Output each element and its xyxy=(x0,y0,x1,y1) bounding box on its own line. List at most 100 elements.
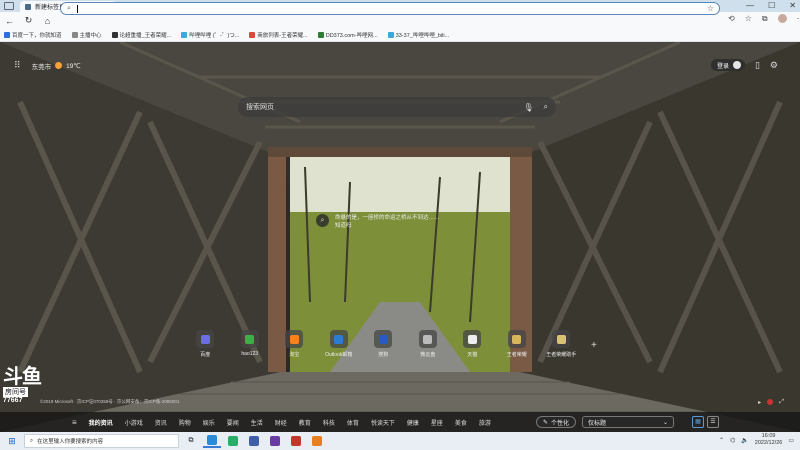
quick-link-tile[interactable]: 天猫 xyxy=(450,330,495,358)
bookmark-favicon-icon xyxy=(249,32,256,38)
network-icon[interactable]: ⌬ xyxy=(730,437,735,444)
feed-category[interactable]: 教育 xyxy=(299,418,311,427)
collections-icon[interactable]: ⟲ xyxy=(728,14,735,24)
favorites-icon[interactable]: ☆ xyxy=(745,14,752,24)
web-search-box[interactable]: 搜索网页 🎙 ⌕ xyxy=(238,97,556,117)
bookmark-item[interactable]: 33-37_哔哩哔哩_bili... xyxy=(387,31,449,39)
bookmark-item[interactable]: 主播中心 xyxy=(71,31,102,39)
taskbar-app-wechat[interactable] xyxy=(224,434,242,448)
feed-category[interactable]: 要闻 xyxy=(227,418,239,427)
feed-category[interactable]: 小游戏 xyxy=(125,418,143,427)
search-icon: ⌕ xyxy=(30,437,34,444)
close-window-button[interactable]: ✕ xyxy=(789,0,796,12)
layout-select-value: 仅标题 xyxy=(588,420,607,427)
mobile-icon[interactable]: ▯ xyxy=(755,60,760,71)
quick-link-tile[interactable]: 百度 xyxy=(183,330,228,358)
list-view-button[interactable]: ☰ xyxy=(707,416,719,428)
previous-image-icon[interactable]: ▸ xyxy=(758,399,761,406)
bookmark-item[interactable]: 百度一下，你就知道 xyxy=(4,31,62,39)
stream-watermark: 斗鱼 房间号 77667 xyxy=(3,360,42,404)
taskbar-app-edge[interactable] xyxy=(203,434,221,448)
taskbar-clock[interactable]: 16:09 2022/12/26 xyxy=(755,433,783,447)
tray-chevron-icon[interactable]: ⌃ xyxy=(719,437,724,444)
back-button[interactable]: ← xyxy=(0,16,19,26)
taskbar-app[interactable] xyxy=(308,434,326,448)
taskbar-search-box[interactable]: ⌕ 在这里输入你要搜索的内容 xyxy=(24,434,179,448)
quick-link-tile[interactable]: 王者荣耀助手 xyxy=(539,330,584,358)
feed-category[interactable]: 财经 xyxy=(275,418,287,427)
feed-controls: ✎ 个性化 仅标题 ⌄ xyxy=(535,416,674,428)
new-tab-favicon-icon xyxy=(25,3,31,10)
bookmark-item[interactable]: 论超重播_王者荣耀... xyxy=(111,31,171,39)
quick-link-tile[interactable]: hao123 xyxy=(228,330,273,358)
taskbar-app[interactable] xyxy=(245,434,263,448)
taskbar-app[interactable] xyxy=(266,434,284,448)
image-info-card[interactable]: ⌕ 命悬的是，一座桥的命运之桥从不到达…… 知道吗 xyxy=(316,214,440,230)
bookmark-favicon-icon xyxy=(111,32,118,38)
add-quick-link-button[interactable]: + xyxy=(591,340,597,351)
view-mode-buttons: ▦ ☰ xyxy=(692,416,719,428)
image-info-line: 命悬的是，一座桥的命运之桥从不到达…… xyxy=(335,215,440,221)
feed-category[interactable]: 资讯 xyxy=(155,418,167,427)
notification-icon[interactable]: ▭ xyxy=(788,437,794,444)
bookmark-favicon-icon xyxy=(71,32,78,38)
app-icon xyxy=(312,436,322,446)
expand-icon[interactable]: ⤢ xyxy=(779,399,784,406)
feed-category[interactable]: 美食 xyxy=(455,418,467,427)
feed-category[interactable]: 健康 xyxy=(407,418,419,427)
feed-category[interactable]: 星座 xyxy=(431,418,443,427)
task-view-icon[interactable]: ⧉ xyxy=(182,434,200,448)
feed-category[interactable]: 旅游 xyxy=(479,418,491,427)
personalize-label: 个性化 xyxy=(550,420,569,427)
profile-avatar[interactable] xyxy=(777,14,787,23)
sunny-icon xyxy=(55,62,63,69)
settings-gear-icon[interactable]: ⚙ xyxy=(770,60,778,71)
maximize-button[interactable]: ☐ xyxy=(768,0,775,12)
magnifier-icon: ⌕ xyxy=(316,214,329,227)
bookmark-item[interactable]: DD373.com-哔哩网... xyxy=(317,31,378,39)
bookmark-item[interactable]: 哔哩哔哩 (゜-゜)つ... xyxy=(181,31,239,39)
tab-actions-icon[interactable] xyxy=(4,2,14,10)
start-button[interactable]: ⊞ xyxy=(0,436,24,447)
quick-link-tile[interactable]: 微云盘 xyxy=(406,330,451,358)
text-caret xyxy=(76,4,78,13)
site-favicon-icon xyxy=(512,334,522,344)
feed-category[interactable]: 生活 xyxy=(251,418,263,427)
quick-link-tile[interactable]: 搜狗 xyxy=(361,330,406,358)
new-tab-page: ⠿ 东莞市 19℃ 登录 ▯ ⚙ 搜索网页 🎙 ⌕ ⌕ 命悬的是，一座桥的命运之… xyxy=(0,42,800,432)
home-button[interactable]: ⌂ xyxy=(38,16,57,26)
microphone-icon[interactable]: 🎙 xyxy=(523,103,533,112)
apps-grid-icon[interactable]: ⠿ xyxy=(14,60,21,71)
feed-category[interactable]: 体育 xyxy=(347,418,359,427)
quick-link-tile[interactable]: 王者荣耀 xyxy=(495,330,540,358)
weather-widget[interactable]: ⠿ 东莞市 19℃ xyxy=(14,60,81,71)
feed-category[interactable]: 悦读天下 xyxy=(371,418,395,427)
taskbar-app[interactable] xyxy=(287,434,305,448)
feed-menu-icon[interactable]: ≡ xyxy=(72,418,77,427)
address-bar[interactable]: ⌕ ☆ xyxy=(60,2,720,15)
feed-category[interactable]: 我的资讯 xyxy=(89,418,113,427)
quick-link-tile[interactable]: 淘宝 xyxy=(272,330,317,358)
feed-category[interactable]: 娱乐 xyxy=(203,418,215,427)
login-button[interactable]: 登录 xyxy=(710,59,745,71)
quick-link-tile[interactable]: Outlook邮箱 xyxy=(317,330,362,358)
minimize-button[interactable]: — xyxy=(746,0,754,12)
personalize-button[interactable]: ✎ 个性化 xyxy=(535,416,576,428)
volume-icon[interactable]: 🔈 xyxy=(741,437,748,444)
collections-button-icon[interactable]: ⧉ xyxy=(762,14,768,24)
site-favicon-icon xyxy=(289,334,299,344)
more-menu-icon[interactable]: ⋯ xyxy=(797,14,800,24)
layout-select[interactable]: 仅标题 ⌄ xyxy=(582,416,674,428)
favorite-star-icon[interactable]: ☆ xyxy=(707,4,714,13)
windows-taskbar: ⊞ ⌕ 在这里输入你要搜索的内容 ⧉ xyxy=(0,432,800,450)
feed-category[interactable]: 科技 xyxy=(323,418,335,427)
bookmark-item[interactable]: 商旅列表-王者荣耀... xyxy=(249,31,308,39)
site-favicon-icon xyxy=(334,334,344,344)
region-flag-icon[interactable] xyxy=(767,399,774,405)
image-info-link[interactable]: 知道吗 xyxy=(335,222,440,230)
refresh-button[interactable]: ↻ xyxy=(19,15,38,26)
clock-time: 16:09 xyxy=(761,433,776,439)
grid-view-button[interactable]: ▦ xyxy=(692,416,704,428)
feed-category[interactable]: 购物 xyxy=(179,418,191,427)
search-icon[interactable]: ⌕ xyxy=(544,102,548,112)
